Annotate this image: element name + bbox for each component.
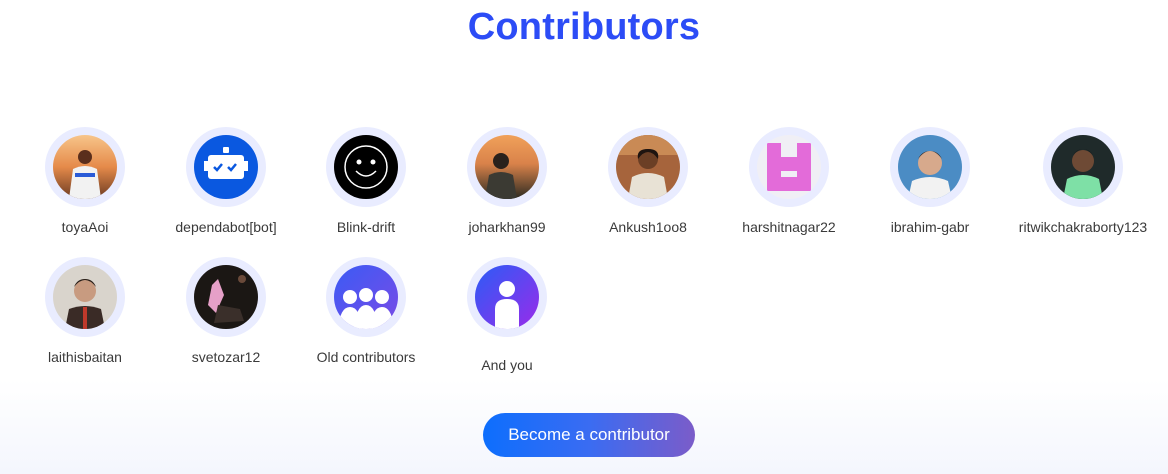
avatar[interactable] — [53, 265, 117, 329]
avatar[interactable] — [475, 265, 539, 329]
avatar-ring — [326, 127, 406, 207]
contributor-card[interactable]: laithisbaitan — [5, 257, 165, 365]
avatar-ring — [608, 127, 688, 207]
smiley-icon — [334, 135, 398, 199]
avatar-ring — [45, 257, 125, 337]
contributor-card[interactable]: And you — [427, 257, 587, 373]
avatar-ring — [467, 257, 547, 337]
become-contributor-button[interactable]: Become a contributor — [483, 413, 695, 457]
contributor-name[interactable]: ibrahim-gabr — [850, 219, 1010, 235]
page-title: Contributors — [467, 6, 701, 48]
avatar-ring — [749, 127, 829, 207]
contributor-name[interactable]: And you — [427, 357, 587, 373]
user-photo-icon — [475, 135, 539, 199]
user-photo-icon — [194, 265, 258, 329]
contributor-card[interactable]: harshitnagar22 — [709, 127, 869, 235]
contributor-card[interactable]: svetozar12 — [146, 257, 306, 365]
avatar[interactable] — [757, 135, 821, 199]
contributor-card[interactable]: dependabot[bot] — [146, 127, 306, 235]
contributor-card[interactable]: Old contributors — [286, 257, 446, 365]
contributor-card[interactable]: ritwikchakraborty123 — [1003, 127, 1163, 235]
group-icon — [334, 265, 398, 329]
user-photo-icon — [53, 265, 117, 329]
contributor-name[interactable]: harshitnagar22 — [709, 219, 869, 235]
user-photo-icon — [53, 135, 117, 199]
avatar[interactable] — [475, 135, 539, 199]
person-icon — [475, 265, 539, 329]
user-photo-icon — [898, 135, 962, 199]
avatar[interactable] — [194, 135, 258, 199]
contributor-card[interactable]: ibrahim-gabr — [850, 127, 1010, 235]
avatar-ring — [326, 257, 406, 337]
contributor-name[interactable]: laithisbaitan — [5, 349, 165, 365]
contributor-name[interactable]: dependabot[bot] — [146, 219, 306, 235]
contributor-name[interactable]: Old contributors — [286, 349, 446, 365]
contributor-name[interactable]: Blink-drift — [286, 219, 446, 235]
identicon-icon — [757, 135, 821, 199]
avatar-ring — [45, 127, 125, 207]
avatar[interactable] — [194, 265, 258, 329]
avatar[interactable] — [616, 135, 680, 199]
avatar-ring — [467, 127, 547, 207]
avatar[interactable] — [334, 135, 398, 199]
user-photo-icon — [1051, 135, 1115, 199]
robot-icon — [194, 135, 258, 199]
contributor-card[interactable]: Ankush1oo8 — [568, 127, 728, 235]
contributor-name[interactable]: svetozar12 — [146, 349, 306, 365]
contributor-name[interactable]: joharkhan99 — [427, 219, 587, 235]
contributor-card[interactable]: joharkhan99 — [427, 127, 587, 235]
avatar[interactable] — [1051, 135, 1115, 199]
contributor-card[interactable]: Blink-drift — [286, 127, 446, 235]
avatar[interactable] — [898, 135, 962, 199]
contributor-name[interactable]: Ankush1oo8 — [568, 219, 728, 235]
avatar-ring — [186, 127, 266, 207]
contributor-name[interactable]: toyaAoi — [5, 219, 165, 235]
avatar[interactable] — [53, 135, 117, 199]
avatar[interactable] — [334, 265, 398, 329]
avatar-ring — [890, 127, 970, 207]
user-photo-icon — [616, 135, 680, 199]
avatar-ring — [1043, 127, 1123, 207]
contributor-name[interactable]: ritwikchakraborty123 — [1003, 219, 1163, 235]
avatar-ring — [186, 257, 266, 337]
contributor-card[interactable]: toyaAoi — [5, 127, 165, 235]
